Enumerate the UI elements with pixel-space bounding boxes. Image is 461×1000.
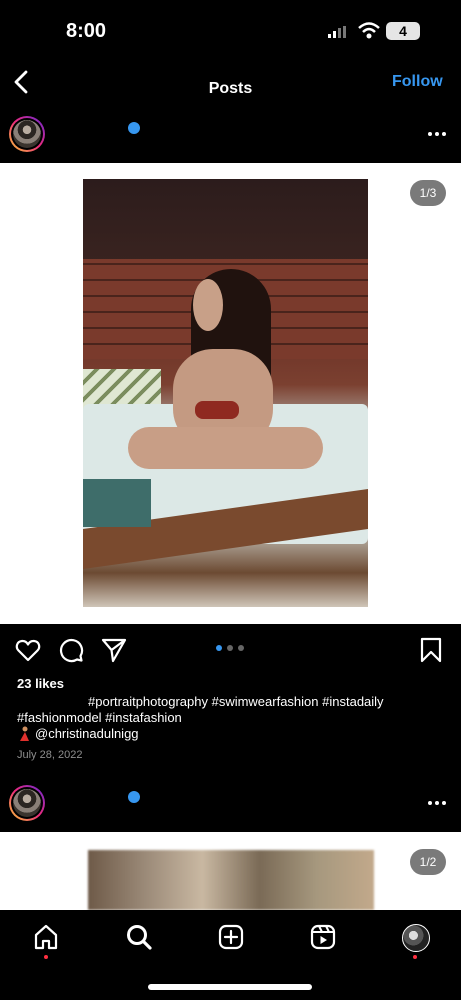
legs: [128, 427, 323, 469]
post-photo[interactable]: [88, 850, 374, 910]
post-author-avatar[interactable]: [9, 785, 45, 821]
reels-icon[interactable]: [309, 923, 337, 951]
status-time: 8:00: [66, 20, 107, 42]
swimwear: [195, 401, 239, 419]
follow-button[interactable]: Follow: [392, 73, 443, 91]
heart-icon[interactable]: [15, 637, 41, 663]
dancer-emoji: [17, 726, 31, 742]
likes-count[interactable]: 23 likes: [17, 676, 64, 691]
home-indicator: [148, 984, 312, 990]
notification-dot: [413, 955, 417, 959]
caption-line[interactable]: #fashionmodel #instafashion: [17, 710, 182, 726]
cell-signal-icon: [328, 26, 346, 38]
post-date: July 28, 2022: [17, 749, 83, 761]
carousel-dot: [227, 645, 233, 651]
status-bar: 8:00 4: [0, 0, 461, 60]
home-icon[interactable]: [32, 923, 60, 951]
verified-badge-icon: [128, 791, 140, 803]
carousel-counter: 1/3: [410, 180, 446, 206]
avatar-image: [13, 789, 41, 817]
comment-icon[interactable]: [58, 637, 84, 663]
mention-link[interactable]: @christinadulnigg: [35, 726, 139, 742]
battery-indicator: 4: [386, 22, 420, 40]
wifi-icon: [358, 22, 380, 39]
carousel-dot: [238, 645, 244, 651]
caption-line[interactable]: #portraitphotography #swimwearfashion #i…: [88, 694, 384, 710]
more-horizontal-icon[interactable]: [427, 131, 447, 137]
profile-avatar[interactable]: [402, 924, 430, 952]
bookmark-icon[interactable]: [418, 637, 444, 663]
face: [193, 279, 223, 331]
verified-badge-icon: [128, 122, 140, 134]
post-author-avatar[interactable]: [9, 116, 45, 152]
create-icon[interactable]: [217, 923, 245, 951]
post-photo[interactable]: [83, 179, 368, 607]
more-horizontal-icon[interactable]: [427, 800, 447, 806]
carousel-dot-active: [216, 645, 222, 651]
carousel-counter: 1/2: [410, 849, 446, 875]
book: [83, 479, 151, 527]
avatar-image: [13, 120, 41, 148]
notification-dot: [44, 955, 48, 959]
paper-plane-icon[interactable]: [101, 637, 127, 663]
search-icon[interactable]: [125, 923, 153, 951]
